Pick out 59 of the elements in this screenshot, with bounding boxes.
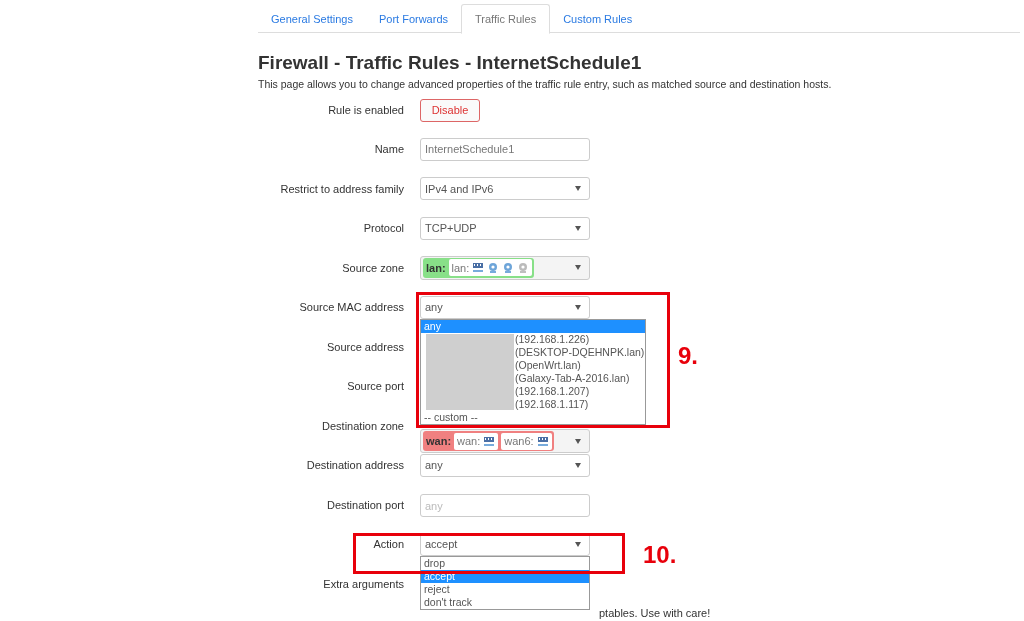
caret-icon [575, 438, 581, 444]
select-field[interactable]: TCP+UDP [420, 216, 590, 240]
dropdown-option[interactable]: -- custom -- [421, 410, 645, 424]
select-field[interactable]: any [420, 295, 590, 319]
page-title: Firewall - Traffic Rules - InternetSchedule1 [258, 51, 643, 75]
annotation-number: 9. [678, 341, 698, 371]
switch-icon [483, 435, 496, 447]
caret-icon [575, 186, 581, 192]
field-label: Destination zone [322, 418, 404, 434]
field-label: Rule is enabled [328, 102, 404, 118]
tab[interactable]: Custom Rules [550, 4, 646, 34]
caret-icon [575, 304, 581, 310]
zone-select[interactable]: wan: wan: wan6: [420, 429, 590, 453]
field-label: Source MAC address [299, 300, 404, 315]
wireless-icon [487, 262, 500, 274]
tab[interactable]: Traffic Rules [461, 4, 551, 34]
caret-icon [575, 225, 581, 231]
page-description: This page allows you to change advanced properties of the traffic rule entry, such as matched source and destination hosts. [258, 77, 833, 91]
zone-select[interactable]: lan: lan: [420, 255, 590, 280]
dropdown-option[interactable]: (192.168.1.117) [421, 397, 645, 411]
caret-icon [575, 462, 581, 468]
dropdown-option[interactable]: (OpenWrt.lan) [421, 358, 645, 372]
field-label: Extra arguments [323, 576, 404, 592]
dropdown-option[interactable]: drop [421, 556, 589, 570]
network-name: wan: [457, 433, 481, 449]
select-field[interactable]: any [420, 453, 590, 477]
network-name: lan: [451, 260, 470, 276]
field-label: Restrict to address family [280, 181, 404, 197]
switch-icon [472, 262, 485, 274]
field-label: Source port [347, 379, 404, 394]
switch-icon [536, 435, 549, 447]
caret-icon [575, 265, 581, 271]
network-name: wan6: [504, 433, 534, 449]
text-field[interactable]: InternetSchedule1 [420, 137, 590, 161]
dropdown-option[interactable]: (Galaxy-Tab-A-2016.lan) [421, 371, 645, 385]
field-label: Protocol [363, 221, 404, 236]
field-label: Name [374, 142, 404, 157]
select-field[interactable]: IPv4 and IPv6 [420, 177, 590, 201]
disable-button[interactable]: Disable [420, 99, 480, 123]
wireless-icon [502, 262, 515, 274]
field-label: Source address [326, 339, 404, 355]
caret-icon [575, 541, 581, 547]
field-label: Destination port [326, 497, 404, 513]
dropdown-option[interactable]: reject [421, 582, 589, 596]
hint-text: ptables. Use with care! [599, 606, 711, 619]
text-field[interactable]: any [420, 494, 590, 517]
field-label: Destination address [306, 458, 404, 473]
dropdown-option[interactable]: don't track [421, 595, 589, 609]
dropdown-option[interactable]: (DESKTOP-DQEHNPK.lan) [421, 345, 645, 359]
dropdown-option[interactable]: (192.168.1.207) [421, 384, 645, 398]
field-label: Action [373, 537, 404, 552]
dropdown-option[interactable]: (192.168.1.226) [421, 332, 645, 346]
wireless-icon [517, 262, 530, 274]
zone-name: lan: [426, 260, 446, 276]
tab[interactable]: Port Forwards [365, 4, 461, 34]
zone-name: wan: [426, 433, 452, 449]
field-label: Source zone [342, 260, 404, 276]
annotation-number: 10. [643, 540, 677, 570]
tab[interactable]: General Settings [258, 4, 366, 34]
